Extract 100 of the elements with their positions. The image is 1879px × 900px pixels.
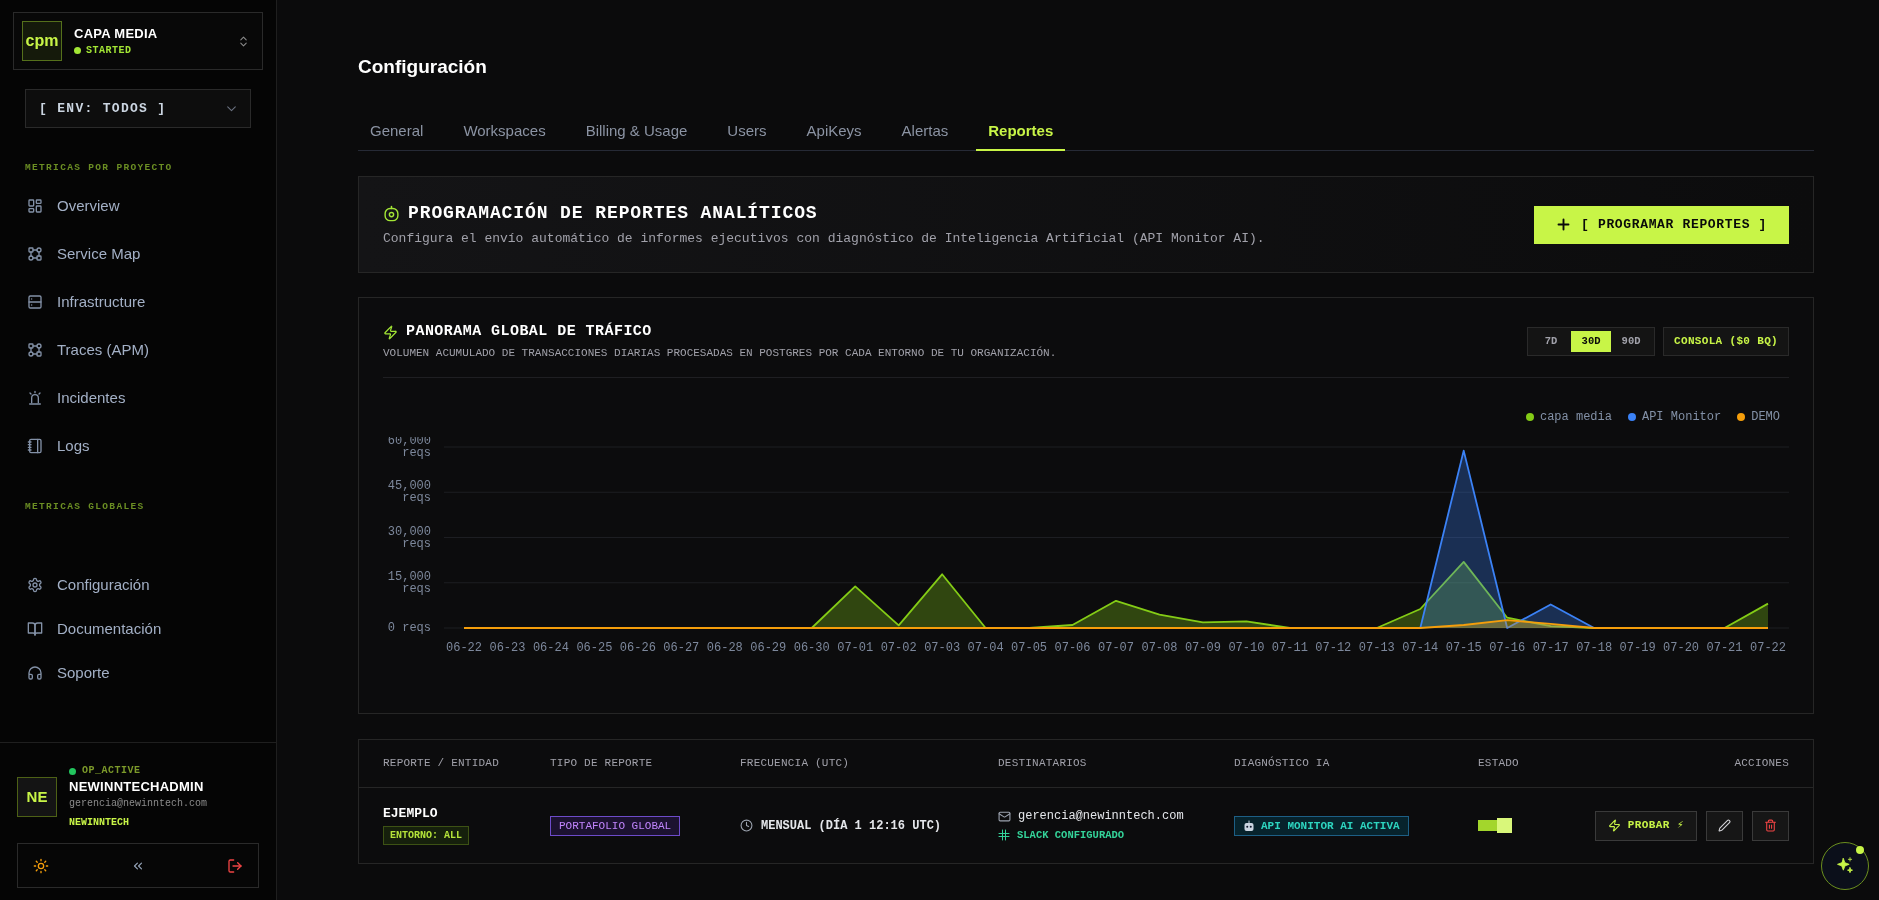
tab[interactable]: Alertas <box>889 112 961 151</box>
range-button[interactable]: 30D <box>1571 331 1612 352</box>
legend-label: capa media <box>1539 409 1612 425</box>
frequency-text: MENSUAL (DÍA 1 12:16 UTC) <box>761 817 942 835</box>
section-title: PROGRAMACIÓN DE REPORTES ANALÍTICOS <box>408 201 818 225</box>
x-axis-label: 07-03 <box>924 641 961 655</box>
status-toggle[interactable] <box>1478 818 1512 833</box>
page-title: Configuración <box>358 55 487 79</box>
sparkles-icon <box>1835 856 1855 876</box>
workspace-switcher[interactable]: cpm CAPA MEDIA STARTED <box>13 12 263 70</box>
chevrons-up-down-icon <box>237 33 250 49</box>
workspace-logo: cpm <box>22 21 62 61</box>
x-axis-label: 07-10 <box>1228 641 1265 655</box>
hash-icon <box>998 829 1010 841</box>
tab[interactable]: Billing & Usage <box>573 112 700 151</box>
x-axis-label: 07-16 <box>1489 641 1526 655</box>
nav-item[interactable]: Soporte <box>0 651 276 695</box>
y-axis-label: 0 reqs <box>386 622 431 634</box>
column-header: REPORTE / ENTIDAD <box>383 756 500 772</box>
nav-item[interactable]: Configuración <box>0 563 276 607</box>
ai-assistant-button[interactable] <box>1821 842 1869 890</box>
report-name: EJEMPLO <box>383 806 438 822</box>
section-description: Configura el envío automático de informes ejecutivos con diagnóstico de Inteligencia Artificial (API Monitor AI). <box>383 230 1265 248</box>
theme-toggle-button[interactable] <box>32 856 50 875</box>
workspace-name: CAPA MEDIA <box>74 25 158 42</box>
x-axis-label: 06-29 <box>750 641 787 655</box>
chart-title: PANORAMA GLOBAL DE TRÁFICO <box>406 321 652 342</box>
x-axis-label: 06-24 <box>532 641 569 655</box>
x-axis-label: 06-30 <box>793 641 830 655</box>
nav-item[interactable]: Logs <box>0 422 276 470</box>
server-icon <box>27 294 43 310</box>
x-axis-label: 07-07 <box>1098 641 1134 655</box>
column-header: DIAGNÓSTICO IA <box>1234 755 1331 772</box>
siren-icon <box>27 390 43 406</box>
user-email: gerencia@newinntech.com <box>69 797 208 811</box>
tab[interactable]: Reportes <box>976 112 1066 151</box>
column-header: TIPO DE REPORTE <box>550 756 654 772</box>
delete-button[interactable] <box>1752 810 1789 841</box>
environment-tag: ENTORNO: ALL <box>383 826 469 845</box>
x-axis-label: 07-15 <box>1445 641 1482 655</box>
x-axis-label: 07-22 <box>1750 641 1786 655</box>
x-axis-label: 06-25 <box>576 641 613 655</box>
nodes-icon <box>27 246 43 262</box>
plus-icon <box>1556 217 1572 232</box>
schedule-reports-button[interactable]: [ PROGRAMAR REPORTES ] <box>1534 205 1789 244</box>
nav-item[interactable]: Traces (APM) <box>0 326 276 374</box>
x-axis-label: 07-13 <box>1358 641 1395 655</box>
x-axis-label: 07-05 <box>1011 641 1048 655</box>
tab[interactable]: Workspaces <box>451 112 558 151</box>
logout-icon <box>227 857 243 874</box>
user-status: OP_ACTIVE <box>82 765 141 777</box>
range-button[interactable]: 7D <box>1531 331 1572 352</box>
column-header: FRECUENCIA (UTC) <box>740 756 851 772</box>
notebook-icon <box>27 438 43 454</box>
x-axis-label: 07-08 <box>1141 641 1178 655</box>
workspace-status: STARTED <box>86 44 132 57</box>
report-type-tag: PORTAFOLIO GLOBAL <box>550 815 681 836</box>
x-axis-label: 07-21 <box>1706 641 1743 655</box>
range-button[interactable]: 90D <box>1611 331 1652 352</box>
section-label: METRICAS POR PROYECTO <box>24 162 174 174</box>
x-axis-label: 06-22 <box>446 641 482 655</box>
nav-item[interactable]: Infrastructure <box>0 278 276 326</box>
x-axis-label: 07-02 <box>880 641 917 655</box>
x-axis-label: 06-23 <box>489 641 526 655</box>
x-axis-label: 07-14 <box>1402 641 1439 655</box>
target-icon <box>383 204 400 222</box>
tab[interactable]: ApiKeys <box>794 112 874 151</box>
legend-label: DEMO <box>1751 409 1780 425</box>
chart-subtitle: VOLUMEN ACUMULADO DE TRANSACCIONES DIARIAS PROCESADAS EN POSTGRES POR CADA ENTORNO DE TU ORGANIZACIÓN. <box>383 346 1057 360</box>
column-header: DESTINATARIOS <box>998 756 1088 772</box>
x-axis-label: 06-27 <box>663 641 700 655</box>
x-axis-label: 07-18 <box>1576 641 1613 655</box>
x-axis-label: 07-01 <box>837 641 874 655</box>
book-icon <box>27 621 43 637</box>
nav-item[interactable]: Overview <box>0 182 276 230</box>
environment-select[interactable]: [ ENV: TODOS ] <box>25 89 251 128</box>
nav-item[interactable]: Service Map <box>0 230 276 278</box>
test-button[interactable]: PROBAR ⚡ <box>1594 810 1697 841</box>
nav-item[interactable]: Incidentes <box>0 374 276 422</box>
tab[interactable]: Users <box>715 112 779 151</box>
tab[interactable]: General <box>358 112 436 151</box>
clock-icon <box>740 819 753 832</box>
section-label: METRICAS GLOBALES <box>24 501 146 513</box>
nav-item[interactable]: Documentación <box>0 607 276 651</box>
console-button[interactable]: CONSOLA ($0 BQ) <box>1663 327 1789 356</box>
y-axis-label: 30,000 reqs <box>386 525 431 550</box>
mail-icon <box>998 810 1011 823</box>
trash-icon <box>1764 819 1777 832</box>
y-axis-label: 15,000 reqs <box>386 570 431 595</box>
logout-button[interactable] <box>226 856 244 875</box>
legend-label: API Monitor <box>1641 409 1722 425</box>
edit-button[interactable] <box>1706 810 1743 841</box>
lightning-icon <box>383 324 398 340</box>
x-axis-label: 07-12 <box>1315 641 1352 655</box>
x-axis-label: 06-26 <box>619 641 656 655</box>
organization-name: NEWINNTECH <box>69 817 129 829</box>
robot-icon <box>1243 819 1255 832</box>
user-name: NEWINNTECHADMIN <box>69 779 204 795</box>
pencil-icon <box>1718 819 1731 832</box>
y-axis-label: 45,000 reqs <box>386 480 431 505</box>
